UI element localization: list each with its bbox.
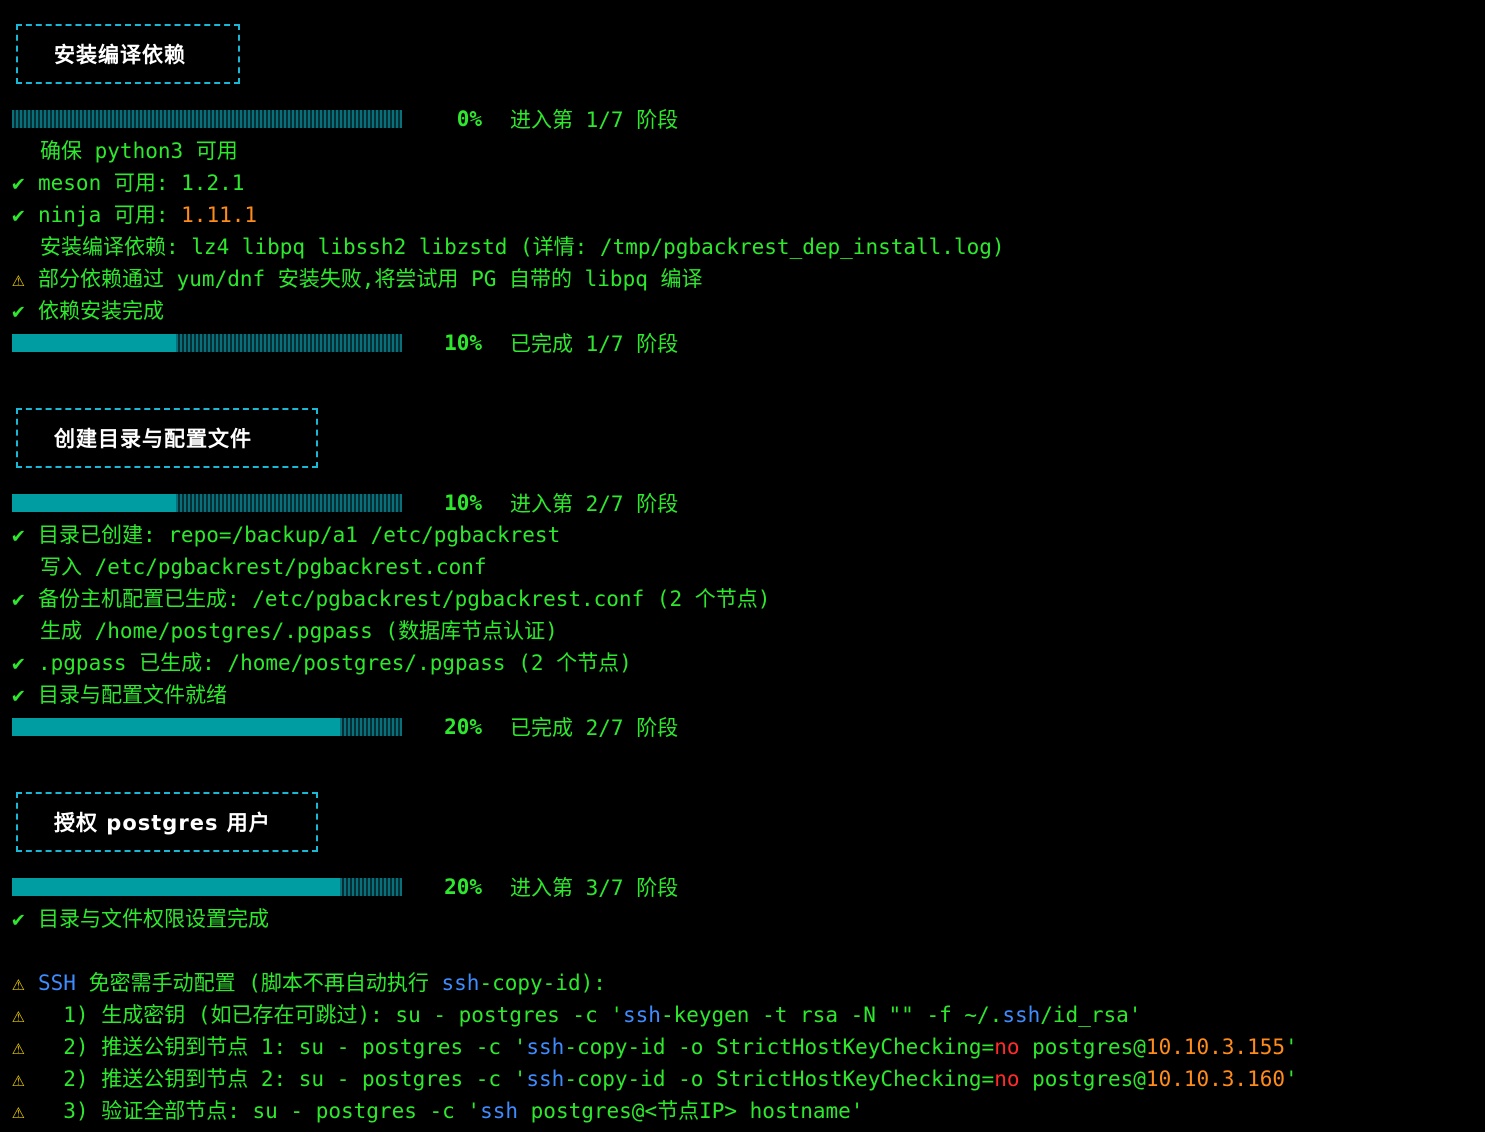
progress-stage: 已完成 2/7 阶段 <box>510 716 679 740</box>
warning-icon: ⚠ <box>12 1067 25 1091</box>
log-line: ✔ 目录已创建: repo=/backup/a1 /etc/pgbackrest <box>12 519 560 551</box>
section-header-box: 创建目录与配置文件 <box>16 408 318 468</box>
progress-fill <box>12 878 340 896</box>
progress-row: 20% 进入第 3/7 阶段 <box>12 871 678 903</box>
progress-bar <box>12 110 402 128</box>
check-icon: ✔ <box>12 299 25 323</box>
progress-stage: 已完成 1/7 阶段 <box>510 332 679 356</box>
section-title: 授权 postgres 用户 <box>54 811 271 835</box>
progress-percent: 10% <box>444 331 482 355</box>
warning-icon: ⚠ <box>12 267 25 291</box>
progress-row: 10% 进入第 2/7 阶段 <box>12 487 678 519</box>
section-title: 安装编译依赖 <box>54 43 186 67</box>
log-line: ⚠ 部分依赖通过 yum/dnf 安装失败,将尝试用 PG 自带的 libpq 编… <box>12 263 703 295</box>
progress-row: 20% 已完成 2/7 阶段 <box>12 711 678 743</box>
progress-fill <box>12 494 176 512</box>
log-line: 安装编译依赖: lz4 libpq libssh2 libzstd (详情: /… <box>40 235 1005 259</box>
log-line: ⚠ 2) 推送公钥到节点 1: su - postgres -c 'ssh-co… <box>12 1031 1298 1063</box>
warning-icon: ⚠ <box>12 971 25 995</box>
section-title: 创建目录与配置文件 <box>54 427 252 451</box>
log-line: ✔ 依赖安装完成 <box>12 295 164 327</box>
warning-icon: ⚠ <box>12 1003 25 1027</box>
progress-stage: 进入第 3/7 阶段 <box>510 876 679 900</box>
progress-row: 0% 进入第 1/7 阶段 <box>12 103 678 135</box>
log-line: 生成 /home/postgres/.pgpass (数据库节点认证) <box>40 619 558 643</box>
log-line: ⚠ 2) 推送公钥到节点 2: su - postgres -c 'ssh-co… <box>12 1063 1298 1095</box>
progress-stage: 进入第 2/7 阶段 <box>510 492 679 516</box>
progress-percent: 20% <box>444 875 482 899</box>
warning-icon: ⚠ <box>12 1035 25 1059</box>
log-line: ✔ ninja 可用: 1.11.1 <box>12 199 257 231</box>
log-line: 确保 python3 可用 <box>40 139 238 163</box>
progress-percent: 10% <box>444 491 482 515</box>
log-line: ✔ 备份主机配置已生成: /etc/pgbackrest/pgbackrest.c… <box>12 583 770 615</box>
log-line: ⚠ 1) 生成密钥 (如已存在可跳过): su - postgres -c 's… <box>12 999 1141 1031</box>
log-line: ⚠ SSH 免密需手动配置 (脚本不再自动执行 ssh-copy-id): <box>12 967 606 999</box>
section-header-box: 安装编译依赖 <box>16 24 240 84</box>
log-line: ✔ meson 可用: 1.2.1 <box>12 167 244 199</box>
log-line: ✔ 目录与配置文件就绪 <box>12 679 227 711</box>
progress-bar <box>12 718 402 736</box>
check-icon: ✔ <box>12 523 25 547</box>
progress-bar <box>12 334 402 352</box>
check-icon: ✔ <box>12 587 25 611</box>
check-icon: ✔ <box>12 907 25 931</box>
progress-bar <box>12 878 402 896</box>
progress-stage: 进入第 1/7 阶段 <box>510 108 679 132</box>
check-icon: ✔ <box>12 171 25 195</box>
progress-fill <box>12 334 176 352</box>
warning-icon: ⚠ <box>12 1099 25 1123</box>
log-line: ✔ .pgpass 已生成: /home/postgres/.pgpass (2 … <box>12 647 632 679</box>
progress-row: 10% 已完成 1/7 阶段 <box>12 327 678 359</box>
log-line: 写入 /etc/pgbackrest/pgbackrest.conf <box>40 555 487 579</box>
progress-bar <box>12 494 402 512</box>
check-icon: ✔ <box>12 651 25 675</box>
progress-percent: 20% <box>444 715 482 739</box>
progress-percent: 0% <box>456 107 482 131</box>
progress-fill <box>12 718 340 736</box>
log-line: ⚠ 3) 验证全部节点: su - postgres -c 'ssh postg… <box>12 1095 863 1127</box>
section-header-box: 授权 postgres 用户 <box>16 792 318 852</box>
check-icon: ✔ <box>12 203 25 227</box>
check-icon: ✔ <box>12 683 25 707</box>
log-line: ✔ 目录与文件权限设置完成 <box>12 903 269 935</box>
